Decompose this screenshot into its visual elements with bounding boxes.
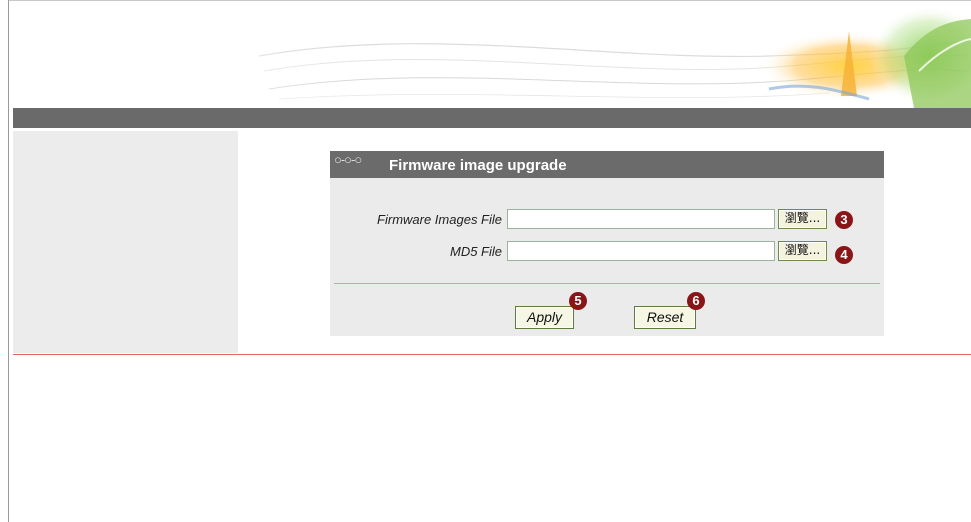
firmware-browse-button[interactable]: 瀏覽... xyxy=(778,209,827,229)
content-divider-line xyxy=(13,354,971,355)
firmware-upgrade-panel: ○-○-○ Firmware image upgrade Firmware Im… xyxy=(330,151,884,336)
callout-badge-3: 3 xyxy=(835,211,853,229)
apply-button[interactable]: Apply xyxy=(515,306,574,329)
firmware-file-input[interactable] xyxy=(507,209,775,229)
callout-badge-6: 6 xyxy=(687,292,705,310)
md5-browse-button[interactable]: 瀏覽... xyxy=(778,241,827,261)
reset-button[interactable]: Reset xyxy=(634,306,696,329)
header-banner xyxy=(9,1,971,108)
md5-file-input[interactable] xyxy=(507,241,775,261)
callout-badge-5: 5 xyxy=(569,292,587,310)
banner-swoosh-graphic xyxy=(9,1,971,108)
firmware-file-label: Firmware Images File xyxy=(377,212,502,227)
nav-bar xyxy=(13,108,971,128)
form-separator xyxy=(334,283,880,284)
left-sidebar xyxy=(13,131,238,353)
panel-title: Firmware image upgrade xyxy=(389,157,567,174)
panel-header: ○-○-○ Firmware image upgrade xyxy=(330,151,884,178)
callout-badge-4: 4 xyxy=(835,246,853,264)
md5-file-label: MD5 File xyxy=(449,244,502,259)
rings-icon: ○-○-○ xyxy=(334,152,362,167)
